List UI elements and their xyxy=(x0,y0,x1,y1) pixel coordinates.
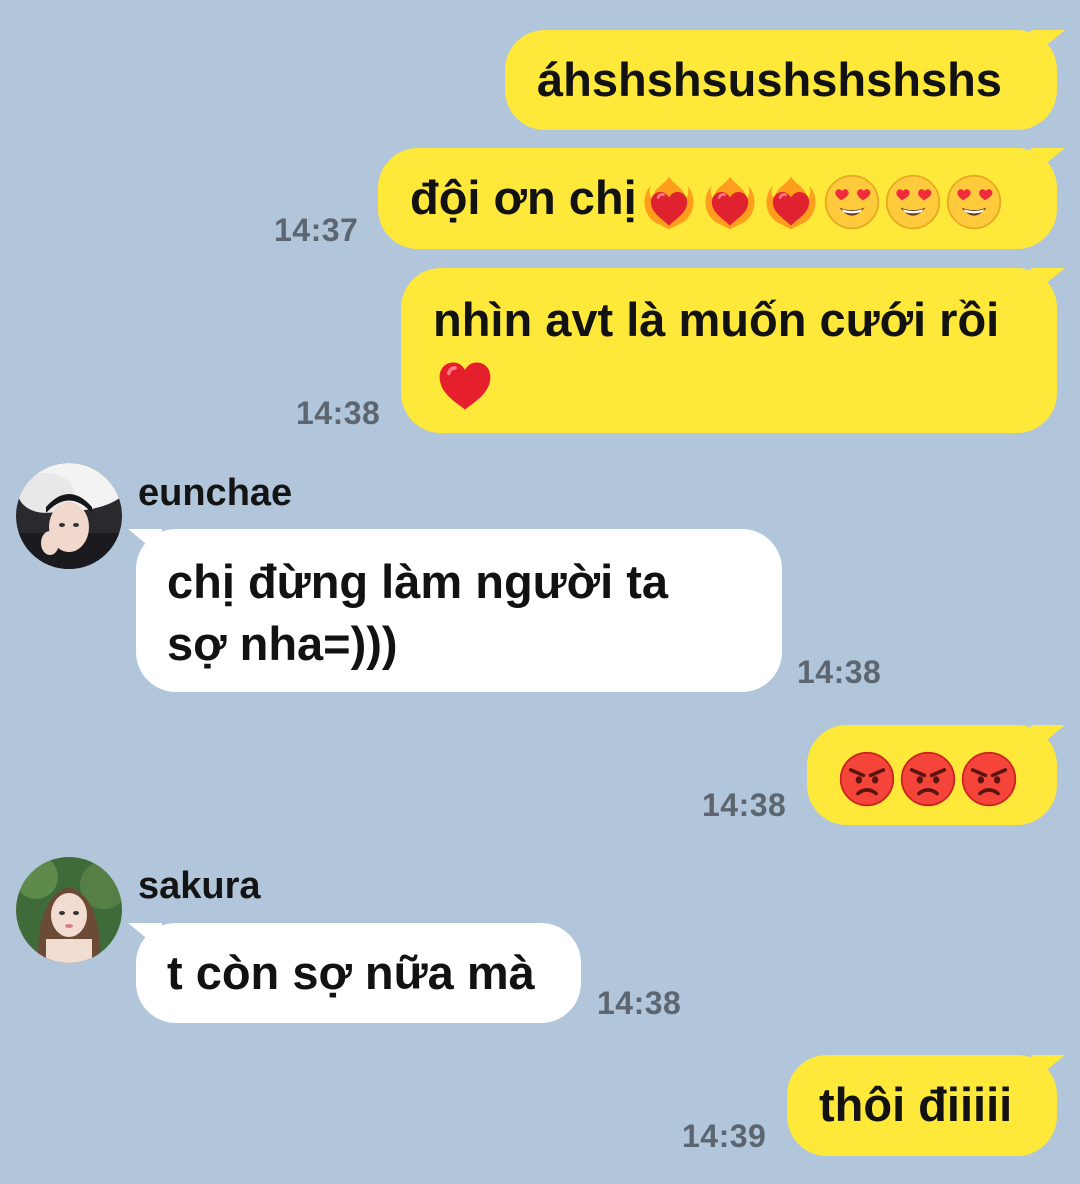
chat-window: áhshshsushshshshs 14:37 đội ơn chị 14:38… xyxy=(0,0,1080,1184)
message-timestamp: 14:38 xyxy=(797,654,882,690)
message-timestamp: 14:38 xyxy=(702,787,787,823)
message-timestamp: 14:38 xyxy=(597,985,682,1021)
angry-face-icon xyxy=(838,750,896,808)
message-bubble-outgoing[interactable]: nhìn avt là muốn cưới rồi xyxy=(401,268,1057,433)
message-text: chị đừng làm người ta xyxy=(167,555,669,608)
heart-eyes-icon xyxy=(823,173,881,231)
message-bubble-outgoing[interactable]: thôi điiiii xyxy=(787,1055,1057,1156)
heart-on-fire-icon xyxy=(640,173,698,231)
message-timestamp: 14:38 xyxy=(296,395,381,431)
message-text: đội ơn chị xyxy=(410,171,637,224)
angry-face-icon xyxy=(960,750,1018,808)
emoji-row xyxy=(433,351,1057,415)
message-bubble-outgoing[interactable]: đội ơn chị xyxy=(378,148,1057,249)
red-heart-icon xyxy=(436,357,494,415)
sender-name: sakura xyxy=(138,865,261,907)
heart-on-fire-icon xyxy=(762,173,820,231)
emoji-row xyxy=(835,748,1018,806)
heart-eyes-icon xyxy=(884,173,942,231)
emoji-row xyxy=(637,171,1003,229)
message-bubble-outgoing[interactable] xyxy=(807,725,1057,825)
message-timestamp: 14:39 xyxy=(682,1118,767,1154)
angry-face-icon xyxy=(899,750,957,808)
message-text: t còn sợ nữa mà xyxy=(167,946,535,999)
avatar-eunchae[interactable] xyxy=(16,463,122,569)
heart-on-fire-icon xyxy=(701,173,759,231)
sender-name: eunchae xyxy=(138,472,293,514)
heart-eyes-icon xyxy=(945,173,1003,231)
message-timestamp: 14:37 xyxy=(274,212,359,248)
message-text: áhshshsushshshshs xyxy=(537,53,1002,106)
message-bubble-outgoing[interactable]: áhshshsushshshshs xyxy=(505,30,1057,130)
message-bubble-incoming[interactable]: chị đừng làm người ta sợ nha=))) xyxy=(136,529,782,692)
avatar-sakura[interactable] xyxy=(16,857,122,963)
message-text: sợ nha=))) xyxy=(167,617,398,670)
message-bubble-incoming[interactable]: t còn sợ nữa mà xyxy=(136,923,581,1023)
message-text: thôi điiiii xyxy=(819,1078,1013,1131)
message-text: nhìn avt là muốn cưới rồi xyxy=(433,293,1000,346)
